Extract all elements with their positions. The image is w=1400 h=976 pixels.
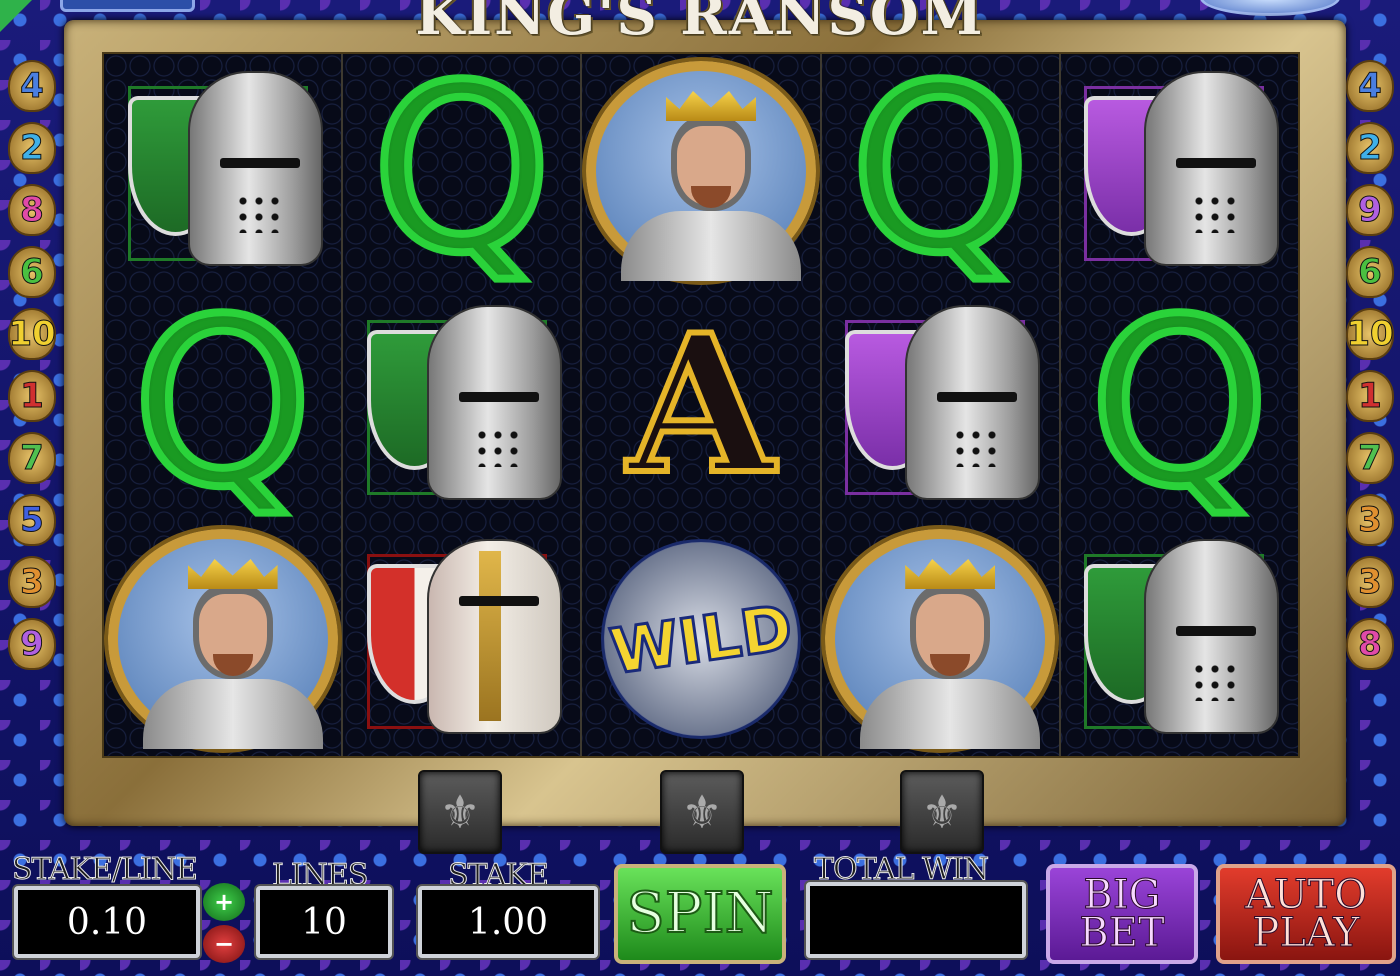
reel-5: Q <box>1061 54 1298 756</box>
payline-9-indicator[interactable]: 9 <box>8 618 56 670</box>
payline-2-indicator[interactable]: 2 <box>1346 122 1394 174</box>
reel-cell <box>104 54 341 288</box>
payline-8-indicator[interactable]: 8 <box>1346 618 1394 670</box>
green-shield-helmet-symbol <box>118 66 328 276</box>
paylines-right: 4 2 9 6 10 1 7 3 3 8 <box>1346 60 1394 670</box>
payline-9-indicator[interactable]: 9 <box>1346 184 1394 236</box>
increase-stake-button[interactable]: + <box>203 883 245 921</box>
king-portrait-symbol <box>586 61 816 281</box>
total-win-value <box>806 882 1026 958</box>
reel-cell <box>343 288 580 522</box>
reel-cell <box>343 522 580 756</box>
auto-play-label-line1: AUTO <box>1244 872 1368 918</box>
paylines-left: 4 2 8 6 10 1 7 5 3 9 <box>8 60 56 670</box>
queen-symbol: Q <box>367 37 556 304</box>
king-portrait-symbol <box>107 529 338 749</box>
payline-4-indicator[interactable]: 4 <box>1346 60 1394 112</box>
wild-label: WILD <box>604 589 798 690</box>
lines-value[interactable]: 10 <box>256 886 392 958</box>
queen-symbol: Q <box>846 37 1035 304</box>
payline-3-indicator[interactable]: 3 <box>1346 556 1394 608</box>
purple-shield-helmet-symbol <box>1074 66 1284 276</box>
reel-cell <box>1061 54 1298 288</box>
payline-3-indicator[interactable]: 3 <box>8 556 56 608</box>
stake-line-label: STAKE/LINE <box>12 852 199 888</box>
hold-shield-icon[interactable]: ⚜ <box>900 770 984 854</box>
hold-shield-icon[interactable]: ⚜ <box>418 770 502 854</box>
big-bet-button[interactable]: BIG BET <box>1046 864 1198 964</box>
reel-cell <box>104 522 341 756</box>
auto-play-button[interactable]: AUTO PLAY <box>1216 864 1396 964</box>
king-portrait-symbol <box>825 529 1056 749</box>
orb-icon <box>1200 0 1340 16</box>
payline-8-indicator[interactable]: 8 <box>8 184 56 236</box>
stake-line-stepper: + − <box>203 883 245 963</box>
payline-5-indicator[interactable]: 5 <box>8 494 56 546</box>
stake-value: 1.00 <box>418 886 598 958</box>
spin-button[interactable]: SPIN <box>614 864 786 964</box>
green-shield-helmet-symbol <box>357 300 567 510</box>
wild-coin-symbol: WILD <box>601 539 801 739</box>
reel-cell: Q <box>1061 271 1298 538</box>
reel-cell: A <box>582 288 819 522</box>
purple-shield-helmet-symbol <box>835 300 1045 510</box>
reel-cell <box>822 288 1059 522</box>
payline-3-indicator[interactable]: 3 <box>1346 494 1394 546</box>
ace-symbol: A <box>624 293 777 516</box>
red-shield-helmet-symbol <box>357 534 567 744</box>
reel-2: Q <box>343 37 583 756</box>
payline-7-indicator[interactable]: 7 <box>8 432 56 484</box>
reels-area: Q Q A WILD Q Q <box>102 52 1300 758</box>
payline-1-indicator[interactable]: 1 <box>8 370 56 422</box>
reel-1: Q <box>104 54 344 756</box>
reel-cell <box>822 522 1059 756</box>
auto-play-label-line2: PLAY <box>1252 910 1360 956</box>
reel-cell: Q <box>822 37 1059 304</box>
payline-2-indicator[interactable]: 2 <box>8 122 56 174</box>
payline-10-indicator[interactable]: 10 <box>8 308 56 360</box>
reel-cell <box>1061 522 1298 756</box>
queen-symbol: Q <box>1085 271 1274 538</box>
queen-symbol: Q <box>128 271 317 538</box>
payline-6-indicator[interactable]: 6 <box>1346 246 1394 298</box>
decrease-stake-button[interactable]: − <box>203 925 245 963</box>
payline-10-indicator[interactable]: 10 <box>1346 308 1394 360</box>
payline-1-indicator[interactable]: 1 <box>1346 370 1394 422</box>
payline-4-indicator[interactable]: 4 <box>8 60 56 112</box>
payline-6-indicator[interactable]: 6 <box>8 246 56 298</box>
reel-3: A WILD <box>582 54 822 756</box>
corner-indicator <box>0 0 32 32</box>
green-shield-helmet-symbol <box>1074 534 1284 744</box>
reel-4: Q <box>822 37 1061 756</box>
reel-cell: Q <box>104 271 341 538</box>
hold-shield-icon[interactable]: ⚜ <box>660 770 744 854</box>
menu-badge[interactable] <box>60 0 195 12</box>
payline-7-indicator[interactable]: 7 <box>1346 432 1394 484</box>
stake-line-value: 0.10 <box>14 886 200 958</box>
reel-cell <box>582 54 819 288</box>
slot-game: KING'S RANSOM 4 2 8 6 10 1 7 5 3 9 4 2 9 6 10 1 7 3 3 8 QQ… <box>0 0 1400 976</box>
big-bet-label-line2: BET <box>1079 910 1165 956</box>
big-bet-label-line1: BIG <box>1083 872 1161 918</box>
reel-cell: WILD <box>582 522 819 756</box>
reel-cell: Q <box>343 37 580 304</box>
